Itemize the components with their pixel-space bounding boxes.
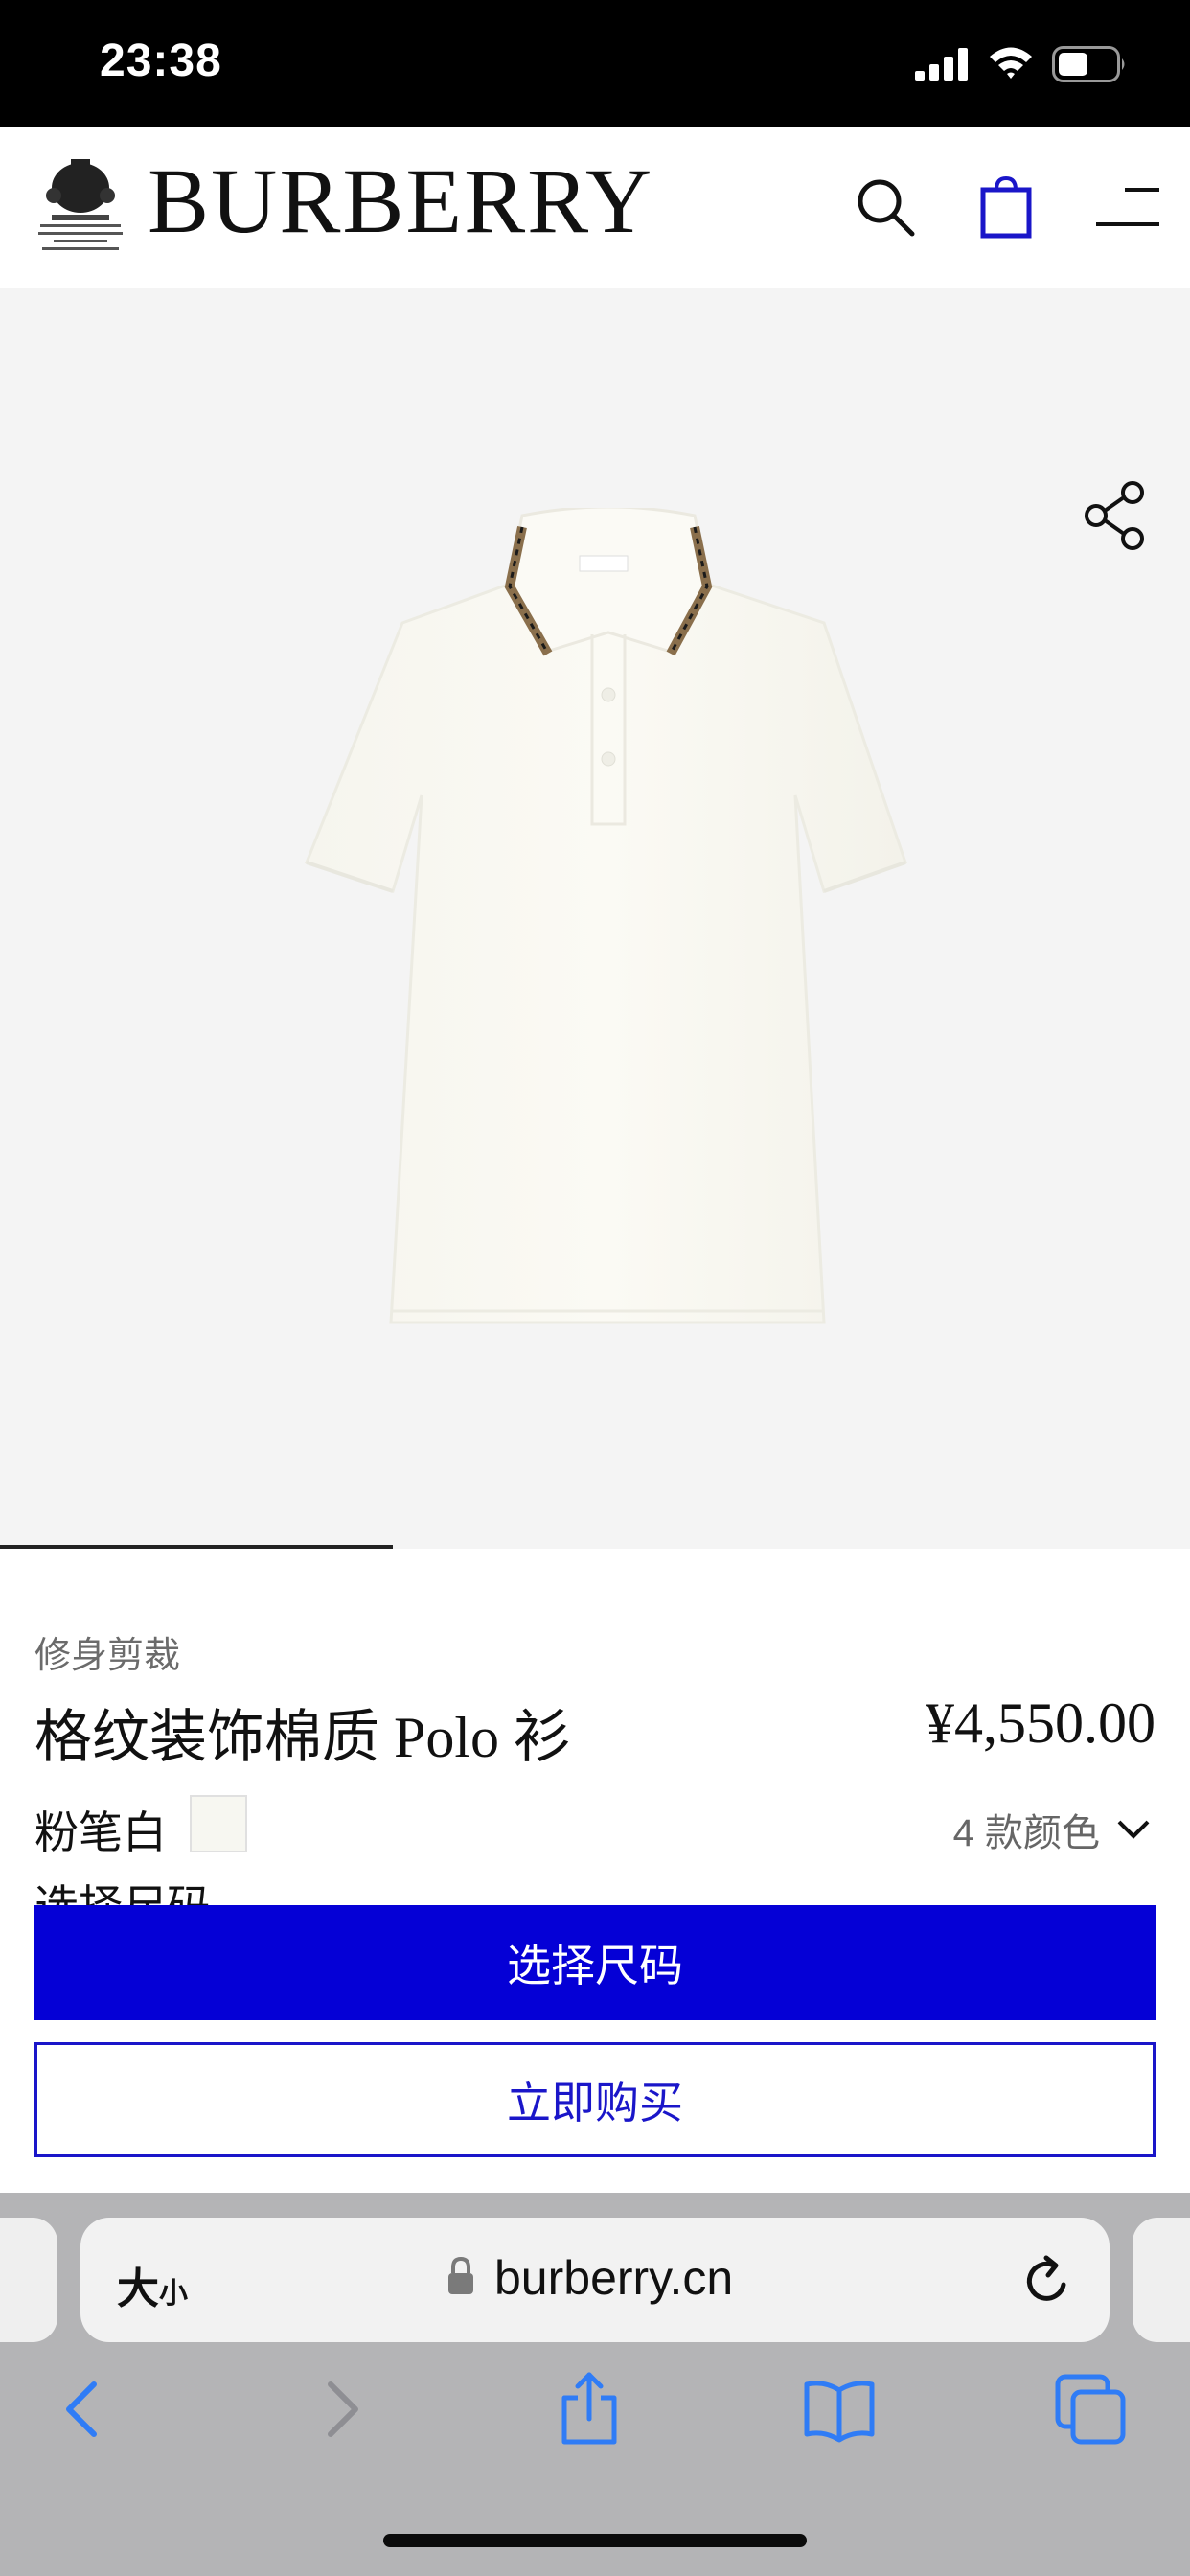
address-bar[interactable]: 大小 burberry.cn: [80, 2218, 1110, 2342]
fit-label: 修身剪裁: [34, 1636, 181, 1676]
select-size-button[interactable]: 选择尺码: [34, 1905, 1156, 2020]
screen: 23:38 BURBERRY 修身剪裁 格纹装饰棉质 Polo 衫 ¥4,550…: [0, 0, 1190, 2576]
color-name: 粉笔白: [34, 1807, 167, 1857]
color-swatch[interactable]: [190, 1795, 247, 1852]
gallery-progress-bar: [0, 1545, 393, 1549]
text-size-small: 小: [159, 2278, 188, 2310]
polo-shirt-image[interactable]: [287, 508, 920, 1332]
share-icon[interactable]: [1083, 481, 1146, 550]
brand-logo[interactable]: BURBERRY: [148, 155, 653, 247]
color-options-toggle[interactable]: 4 款颜色: [953, 1802, 1150, 1857]
home-indicator[interactable]: [383, 2534, 807, 2547]
product-price: ¥4,550.00: [926, 1691, 1156, 1755]
product-gallery[interactable]: [0, 288, 1190, 1549]
size-section-label: 选择尺码: [34, 1881, 211, 1907]
shopping-bag-icon[interactable]: [972, 172, 1041, 242]
share-sheet-icon[interactable]: [551, 2371, 628, 2448]
site-header: BURBERRY: [0, 126, 1190, 288]
status-bar: 23:38: [0, 0, 1190, 126]
cellular-signal-icon: [915, 48, 968, 80]
buy-now-button[interactable]: 立即购买: [34, 2042, 1156, 2157]
chevron-down-icon: [1117, 1820, 1150, 1839]
battery-icon: [1052, 46, 1125, 82]
forward-icon[interactable]: [302, 2371, 378, 2448]
product-title: 格纹装饰棉质 Polo 衫: [34, 1706, 572, 1769]
royal-warrant-crest-icon: [38, 159, 123, 250]
text-size-button[interactable]: 大小: [117, 2254, 188, 2315]
menu-icon[interactable]: [1092, 172, 1161, 242]
next-tab-preview[interactable]: [1133, 2218, 1190, 2342]
previous-tab-preview[interactable]: [0, 2218, 57, 2342]
text-size-big: 大: [117, 2266, 159, 2312]
status-time: 23:38: [100, 35, 222, 86]
bookmarks-icon[interactable]: [801, 2371, 878, 2448]
lock-icon: [448, 2256, 473, 2294]
back-icon[interactable]: [46, 2371, 123, 2448]
reload-icon[interactable]: [1019, 2252, 1075, 2310]
url-text[interactable]: burberry.cn: [494, 2250, 733, 2306]
wifi-icon: [990, 47, 1032, 79]
tabs-icon[interactable]: [1052, 2371, 1129, 2448]
browser-toolbar: 大小 burberry.cn: [0, 2193, 1190, 2576]
color-count-label: 4 款颜色: [952, 1812, 1100, 1854]
search-icon[interactable]: [851, 172, 920, 242]
